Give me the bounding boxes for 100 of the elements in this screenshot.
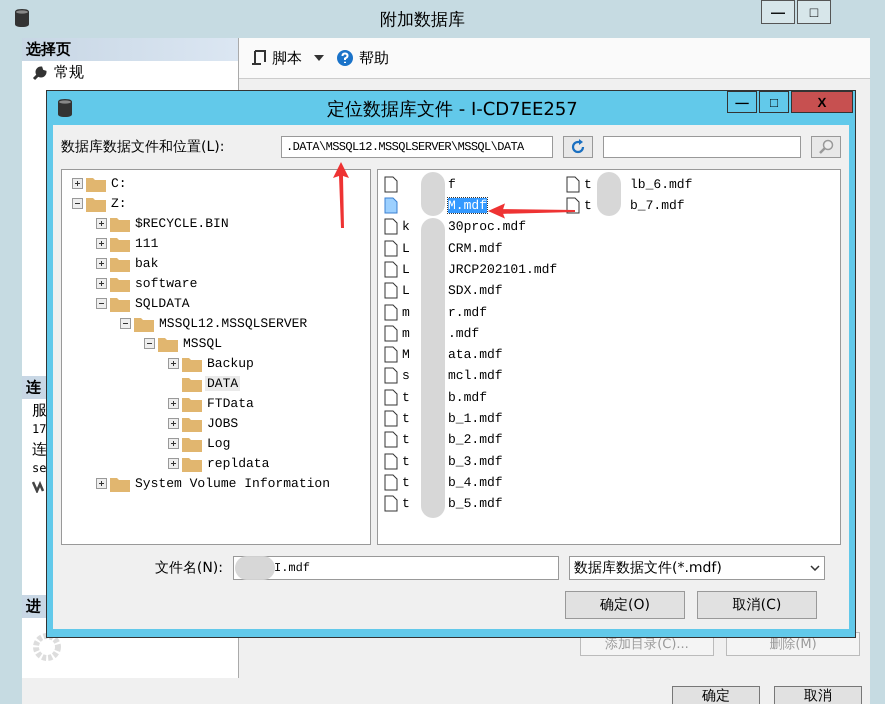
redaction-blur: [597, 172, 621, 216]
file-item[interactable]: b_2.mdf: [448, 432, 503, 448]
file-item[interactable]: CRM.mdf: [448, 240, 503, 256]
tree-item[interactable]: C:: [109, 176, 129, 192]
section-header: 选择页: [22, 38, 238, 61]
collapse-toggle[interactable]: [72, 198, 83, 210]
script-button[interactable]: 脚本: [249, 46, 304, 70]
file-item[interactable]: b_5.mdf: [448, 496, 503, 512]
dialog-button[interactable]: 取消(C): [697, 591, 817, 619]
tree-item[interactable]: MSSQL: [181, 336, 224, 352]
file-icon: [384, 261, 398, 278]
refresh-icon: [570, 138, 586, 155]
file-name-start: t: [584, 176, 593, 192]
tree-item[interactable]: Backup: [205, 356, 256, 372]
collapse-toggle[interactable]: [96, 298, 107, 310]
file-icon: [384, 474, 398, 491]
tree-item[interactable]: Z:: [109, 196, 129, 212]
file-item[interactable]: r.mdf: [448, 304, 488, 320]
tree-item[interactable]: bak: [133, 256, 160, 272]
info-value: 17: [32, 422, 46, 436]
expand-toggle[interactable]: [96, 258, 107, 270]
tree-item[interactable]: System Volume Information: [133, 476, 332, 492]
file-icon: [384, 410, 398, 428]
field-label: 数据库数据文件和位置(L):: [61, 138, 226, 156]
minimize-button[interactable]: —: [761, 0, 795, 24]
plus-icon: [169, 419, 178, 428]
file-name-start: t: [402, 390, 411, 405]
file-item[interactable]: mcl.mdf: [448, 368, 503, 384]
collapse-toggle[interactable]: [120, 318, 131, 330]
filetype-dropdown[interactable]: 数据库数据文件(*.mdf): [569, 556, 825, 580]
sidebar-item[interactable]: 常规: [54, 63, 84, 82]
tree-item[interactable]: Log: [205, 436, 232, 452]
file-item[interactable]: ata.mdf: [448, 347, 503, 362]
help-icon: [336, 49, 354, 67]
tree-item[interactable]: repldata: [205, 456, 272, 472]
tree-item[interactable]: SQLDATA: [133, 296, 192, 312]
file-icon: [384, 324, 398, 342]
minimize-button[interactable]: —: [727, 91, 757, 113]
plus-icon: [97, 259, 106, 268]
filename-field[interactable]: I.mdf: [233, 556, 559, 580]
file-icon: [384, 346, 398, 364]
refresh-button[interactable]: [563, 136, 593, 158]
folder-icon: [182, 356, 202, 372]
help-button[interactable]: 帮助: [334, 46, 391, 70]
file-item[interactable]: b_7.mdf: [630, 198, 685, 214]
file-name-start: m: [402, 326, 411, 341]
file-name-start: s: [402, 368, 411, 384]
close-button[interactable]: X: [791, 91, 853, 113]
folder-icon: [110, 296, 130, 312]
footer-button[interactable]: 确定: [672, 686, 760, 704]
tree-item[interactable]: FTData: [205, 396, 256, 412]
search-field[interactable]: [603, 136, 801, 158]
file-icon: [384, 218, 398, 236]
tree-item[interactable]: JOBS: [205, 416, 240, 432]
file-item[interactable]: b.mdf: [448, 390, 488, 405]
tree-item[interactable]: software: [133, 276, 200, 292]
tree-item[interactable]: MSSQL12.MSSQLSERVER: [157, 316, 310, 332]
file-item[interactable]: SDX.mdf: [448, 283, 503, 298]
expand-toggle[interactable]: [168, 458, 179, 470]
location-field[interactable]: .DATA\MSSQL12.MSSQLSERVER\MSSQL\DATA: [281, 136, 553, 158]
file-item[interactable]: 30proc.mdf: [448, 219, 526, 234]
wrench-icon: [32, 64, 48, 80]
maximize-button[interactable]: □: [797, 0, 831, 24]
file-item[interactable]: b_3.mdf: [448, 454, 503, 469]
plus-icon: [97, 219, 106, 228]
file-item[interactable]: b_1.mdf: [448, 411, 503, 426]
file-icon: [384, 388, 398, 406]
file-item[interactable]: lb_6.mdf: [630, 176, 692, 192]
plus-icon: [169, 399, 178, 408]
maximize-button[interactable]: □: [759, 91, 789, 113]
caret-icon[interactable]: [314, 55, 324, 61]
expand-toggle[interactable]: [168, 418, 179, 430]
expand-toggle[interactable]: [168, 358, 179, 370]
window-title: 附加数据库: [380, 9, 465, 31]
folder-icon: [110, 216, 130, 232]
dialog-button[interactable]: 确定(O): [565, 591, 685, 619]
file-item[interactable]: b_4.mdf: [448, 474, 503, 490]
expand-toggle[interactable]: [96, 238, 107, 250]
file-name-start: t: [402, 496, 411, 512]
expand-toggle[interactable]: [96, 478, 107, 490]
expand-toggle[interactable]: [168, 438, 179, 450]
file-item[interactable]: .mdf: [448, 326, 480, 341]
file-icon: [384, 197, 398, 214]
expand-toggle[interactable]: [96, 218, 107, 230]
file-name-start: m: [402, 304, 411, 320]
expand-toggle[interactable]: [96, 278, 107, 290]
expand-toggle[interactable]: [72, 178, 83, 190]
collapse-toggle[interactable]: [144, 338, 155, 350]
folder-icon: [182, 376, 202, 392]
folder-icon: [110, 236, 130, 252]
tree-item[interactable]: DATA: [205, 376, 240, 392]
footer-button[interactable]: 取消: [774, 686, 862, 704]
file-icon: [384, 304, 398, 321]
file-item[interactable]: JRCP202101.mdf: [448, 262, 558, 277]
folder-icon: [182, 436, 202, 452]
tree-item[interactable]: $RECYCLE.BIN: [133, 216, 231, 232]
expand-toggle[interactable]: [168, 398, 179, 410]
tree-item[interactable]: 111: [133, 236, 160, 252]
script-icon: [251, 50, 267, 66]
file-item[interactable]: f: [448, 176, 456, 192]
